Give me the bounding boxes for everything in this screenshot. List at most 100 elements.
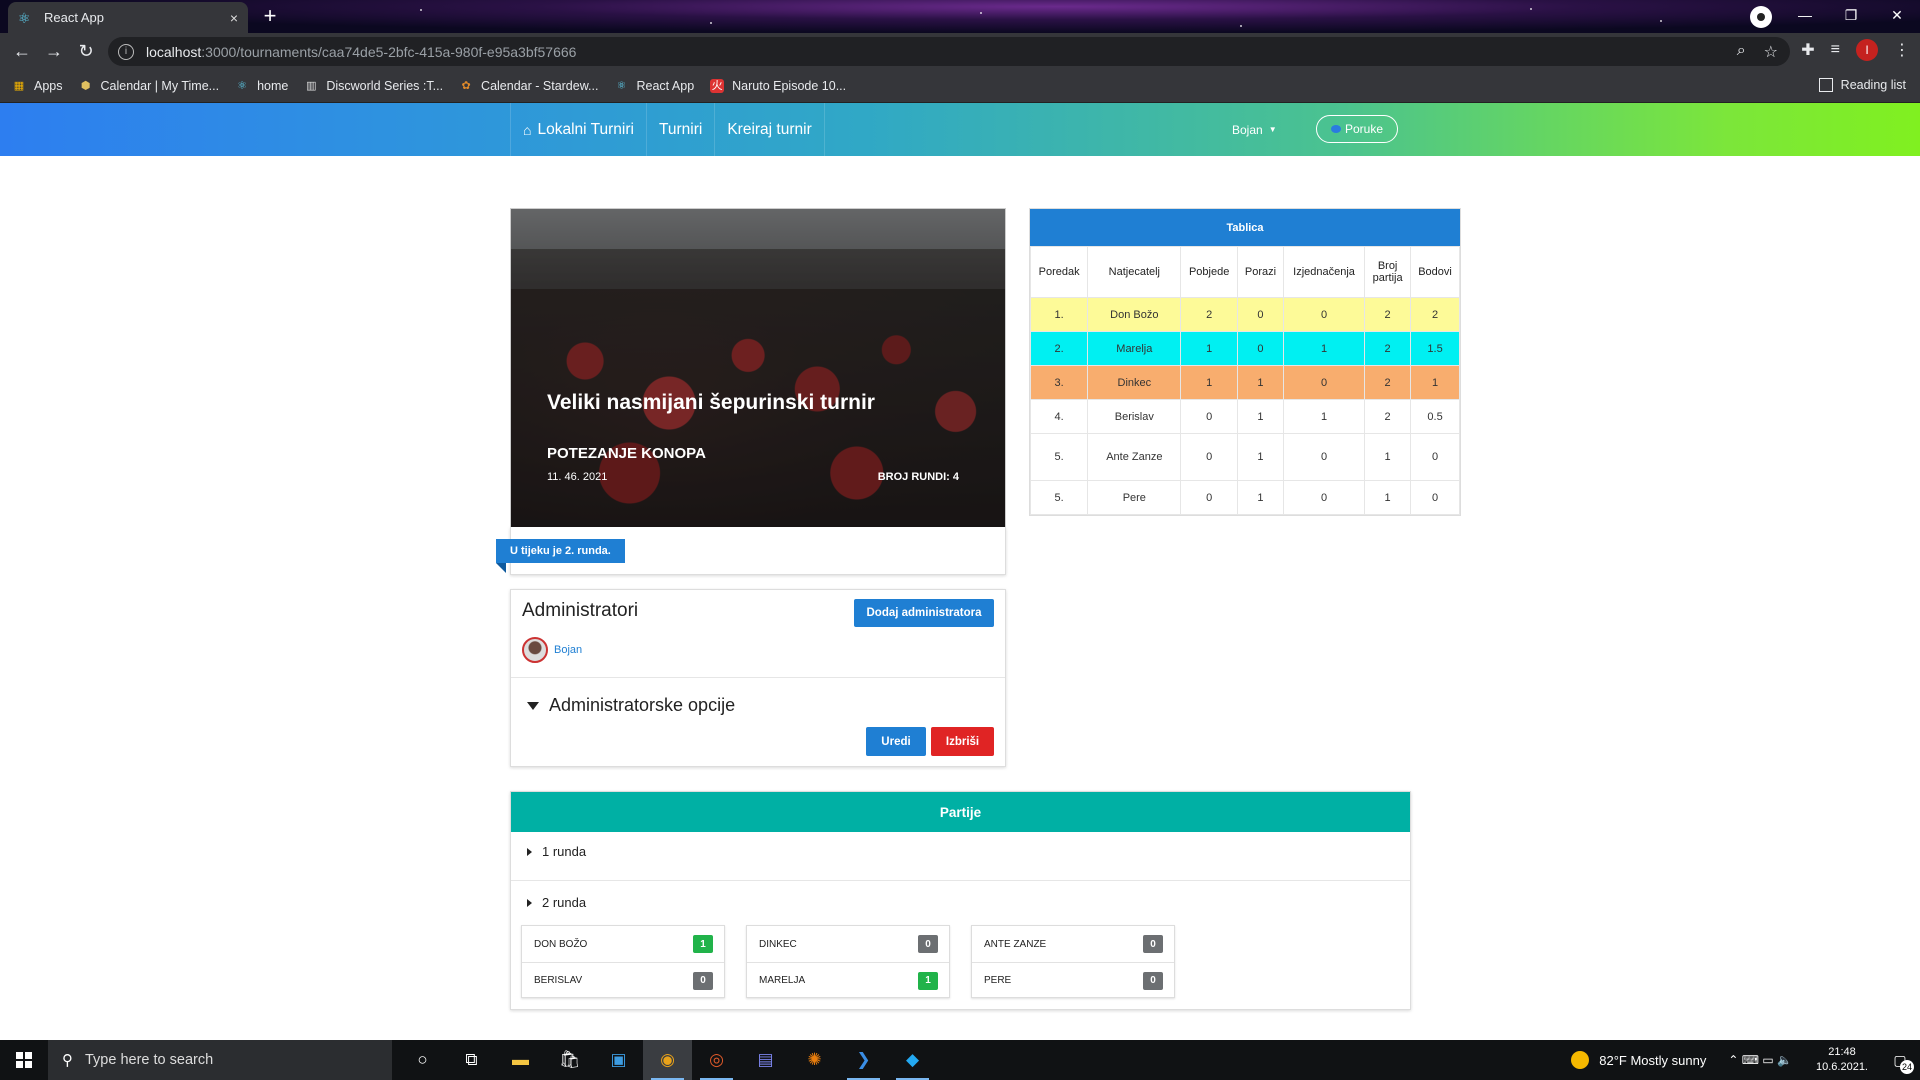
react-icon: ⚛ xyxy=(18,9,31,26)
tray-icons[interactable]: ⌃ ⌨ ▭ 🔈 xyxy=(1728,1053,1792,1067)
messages-label: Poruke xyxy=(1344,122,1384,136)
file-explorer-icon[interactable]: ▬ xyxy=(496,1040,545,1080)
cell-draws: 0 xyxy=(1282,480,1366,515)
match-player: BERISLAV 0 xyxy=(522,962,724,998)
teams-icon[interactable]: ▤ xyxy=(741,1040,790,1080)
media-icon[interactable]: ≡ xyxy=(1831,41,1840,59)
chrome-icon[interactable]: ◉ xyxy=(643,1040,692,1080)
avatar xyxy=(522,637,548,663)
leaf-icon: ✿ xyxy=(461,80,471,92)
close-window-icon[interactable]: ✕ xyxy=(1874,0,1920,30)
cell-games: 2 xyxy=(1364,331,1412,366)
notification-count: 24 xyxy=(1900,1060,1914,1074)
admin-options-heading: Administratorske opcije xyxy=(549,695,736,715)
user-dropdown[interactable]: Bojan ▼ xyxy=(1232,103,1277,156)
match-card[interactable]: DINKEC 0 MARELJA 1 xyxy=(746,925,950,998)
reading-list-button[interactable]: Reading list xyxy=(1818,78,1906,92)
cortana-icon[interactable]: ○ xyxy=(398,1040,447,1080)
app-icon[interactable]: ▣ xyxy=(594,1040,643,1080)
reload-icon[interactable]: ↻ xyxy=(70,36,102,68)
tournament-date: 11. 46. 2021 xyxy=(547,471,608,483)
round-1-toggle[interactable]: 1 runda xyxy=(527,844,586,859)
bookmark-calendar[interactable]: ⬢ Calendar | My Time... xyxy=(79,79,220,93)
bookmark-star-icon[interactable]: ☆ xyxy=(1764,42,1778,62)
divider xyxy=(511,880,1410,881)
cell-points: 2 xyxy=(1410,297,1460,332)
match-card[interactable]: DON BOŽO 1 BERISLAV 0 xyxy=(521,925,725,998)
weather-sun-icon xyxy=(1571,1051,1590,1069)
cell-wins: 0 xyxy=(1180,399,1238,434)
bookmark-label: Calendar | My Time... xyxy=(100,79,220,93)
forward-icon[interactable]: → xyxy=(38,36,70,68)
weather-text[interactable]: 82°F Mostly sunny xyxy=(1599,1053,1706,1068)
clock[interactable]: 21:48 10.6.2021. xyxy=(1816,1045,1868,1075)
player-name: PERE xyxy=(984,975,1012,986)
powershell-icon[interactable]: ❯ xyxy=(839,1040,888,1080)
col-points: Bodovi xyxy=(1410,246,1460,298)
media-player-icon[interactable]: ◎ xyxy=(692,1040,741,1080)
vscode-icon[interactable]: ◆ xyxy=(888,1040,937,1080)
bg-star xyxy=(980,12,982,14)
site-info-icon[interactable]: i xyxy=(118,43,134,60)
new-tab-button[interactable]: + xyxy=(258,5,282,29)
clock-time: 21:48 xyxy=(1828,1046,1856,1058)
games-card: Partije 1 runda 2 runda DON BOŽO 1 BERISL… xyxy=(510,791,1411,1010)
cell-rank: 4. xyxy=(1029,399,1089,434)
nav-link-tournaments[interactable]: Turniri xyxy=(645,103,714,156)
start-button[interactable] xyxy=(0,1040,48,1080)
close-tab-icon[interactable]: × xyxy=(230,10,238,26)
cell-draws: 1 xyxy=(1282,331,1366,366)
extensions-icon[interactable]: ✚ xyxy=(1801,40,1814,60)
cell-rank: 1. xyxy=(1029,297,1089,332)
bookmark-home[interactable]: ⚛ home xyxy=(235,79,288,93)
profile-avatar[interactable]: I xyxy=(1856,39,1878,61)
bookmark-react-app[interactable]: ⚛ React App xyxy=(614,79,695,93)
cell-name: Pere xyxy=(1087,480,1182,515)
admin-user-link[interactable]: Bojan xyxy=(522,637,582,663)
cell-losses: 1 xyxy=(1236,433,1285,481)
restore-icon[interactable]: ❐ xyxy=(1828,0,1874,30)
standings-table: Tablica Poredak Natjecatelj Pobjede Pora… xyxy=(1029,208,1461,516)
cell-rank: 5. xyxy=(1029,480,1089,515)
caret-down-icon: ▼ xyxy=(1268,125,1277,134)
zoom-icon[interactable]: ⌕ xyxy=(1737,42,1746,62)
cell-draws: 0 xyxy=(1282,365,1366,400)
browser-tab[interactable]: ⚛ React App × xyxy=(8,2,248,33)
bookmark-stardew[interactable]: ✿ Calendar - Stardew... xyxy=(459,79,598,93)
delete-button[interactable]: Izbriši xyxy=(931,727,994,756)
minimize-icon[interactable]: — xyxy=(1782,0,1828,30)
match-card[interactable]: ANTE ZANZE 0 PERE 0 xyxy=(971,925,1175,998)
bookmark-apps[interactable]: ▦ Apps xyxy=(12,79,63,93)
standings-title: Tablica xyxy=(1030,209,1460,246)
search-icon: ⚲ xyxy=(62,1052,73,1069)
bookmark-discworld[interactable]: ▥ Discworld Series :T... xyxy=(304,79,443,93)
blender-icon[interactable]: ✺ xyxy=(790,1040,839,1080)
url-bar[interactable]: i localhost:3000/tournaments/caa74de5-2b… xyxy=(108,37,1790,66)
bookmark-naruto[interactable]: 火 Naruto Episode 10... xyxy=(710,79,846,93)
admin-options-toggle[interactable]: Administratorske opcije xyxy=(527,695,735,716)
url-host: localhost xyxy=(146,43,202,60)
caret-down-icon xyxy=(527,701,539,710)
score-badge: 0 xyxy=(1143,971,1163,990)
cell-games: 2 xyxy=(1364,365,1412,400)
add-admin-button[interactable]: Dodaj administratora xyxy=(854,599,994,627)
nav-link-create[interactable]: Kreiraj turnir xyxy=(714,103,825,156)
nav-link-home[interactable]: ⌂ Lokalni Turniri xyxy=(510,103,646,156)
chat-bubble-icon xyxy=(1330,125,1341,133)
store-icon[interactable]: 🛍 xyxy=(545,1040,594,1080)
cell-losses: 1 xyxy=(1236,365,1285,400)
taskbar-search[interactable]: ⚲ Type here to search xyxy=(48,1040,392,1080)
edit-button[interactable]: Uredi xyxy=(866,727,926,756)
tab-search-icon[interactable] xyxy=(1750,6,1772,28)
back-icon[interactable]: ← xyxy=(6,36,38,68)
round-2-toggle[interactable]: 2 runda xyxy=(527,895,586,910)
app-navbar: ⌂ Lokalni Turniri Turniri Kreiraj turnir … xyxy=(0,103,1920,156)
task-view-icon[interactable]: ⧉ xyxy=(447,1040,496,1080)
menu-icon[interactable]: ⋮ xyxy=(1894,40,1910,60)
messages-button[interactable]: Poruke xyxy=(1316,115,1398,143)
notifications-icon[interactable]: ▢ 24 xyxy=(1880,1040,1920,1080)
cell-wins: 2 xyxy=(1180,297,1238,332)
cell-games: 2 xyxy=(1364,297,1412,332)
bookmark-label: home xyxy=(257,79,289,93)
apps-grid-icon: ▦ xyxy=(13,80,25,92)
